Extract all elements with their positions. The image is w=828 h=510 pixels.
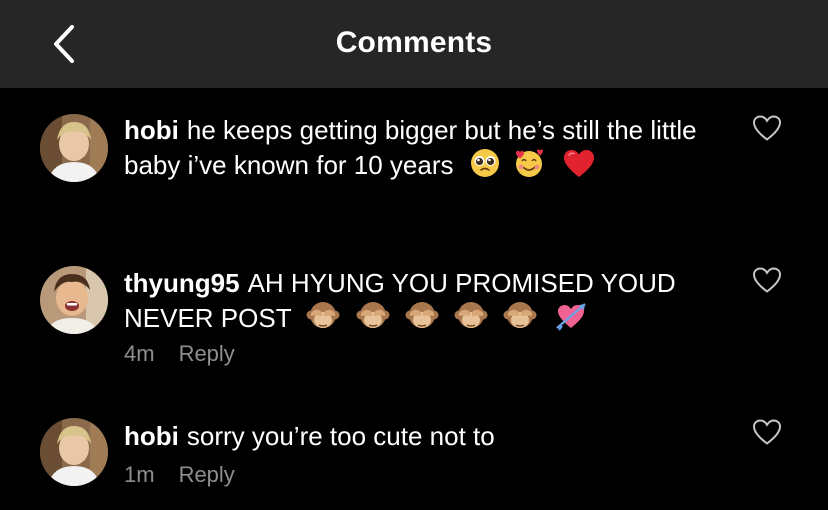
heart-outline-icon [752,419,782,445]
header-bar: Comments [0,0,828,88]
comment-timestamp: 1m [124,462,155,487]
comment-message: sorry you’re too cute not to [186,421,495,451]
reply-button[interactable]: Reply [179,462,235,488]
comment-username[interactable]: hobi [124,421,179,451]
comment-text: hobi he keeps getting bigger but he’s sti… [124,113,736,187]
see-no-evil-monkey-icon [454,300,488,340]
comment-username[interactable]: hobi [124,115,179,145]
pleading-face-icon [469,147,501,187]
comment-text: thyung95 AH HYUNG YOU PROMISED YOUD NEVER… [124,266,736,340]
comment-meta: 4m Reply [124,341,235,367]
avatar[interactable] [40,418,108,486]
heart-outline-icon [752,115,782,141]
comment-timestamp: 4m [124,341,155,366]
see-no-evil-monkey-icon [356,300,390,340]
smiling-face-with-hearts-icon [512,147,546,187]
see-no-evil-monkey-icon [306,300,340,340]
heart-with-arrow-icon [555,300,587,340]
comment-text: hobi sorry you’re too cute not to [124,419,736,453]
like-button[interactable] [752,418,782,446]
see-no-evil-monkey-icon [503,300,537,340]
like-button[interactable] [752,114,782,142]
red-heart-icon [563,149,595,187]
avatar[interactable] [40,114,108,182]
comment-message: he keeps getting bigger but he’s still t… [124,115,697,180]
comment-username[interactable]: thyung95 [124,268,240,298]
page-title: Comments [335,26,493,59]
like-button[interactable] [752,266,782,294]
reply-button[interactable]: Reply [179,341,235,367]
heart-outline-icon [752,267,782,293]
see-no-evil-monkey-icon [405,300,439,340]
avatar[interactable] [40,266,108,334]
comment-meta: 1m Reply [124,462,235,488]
